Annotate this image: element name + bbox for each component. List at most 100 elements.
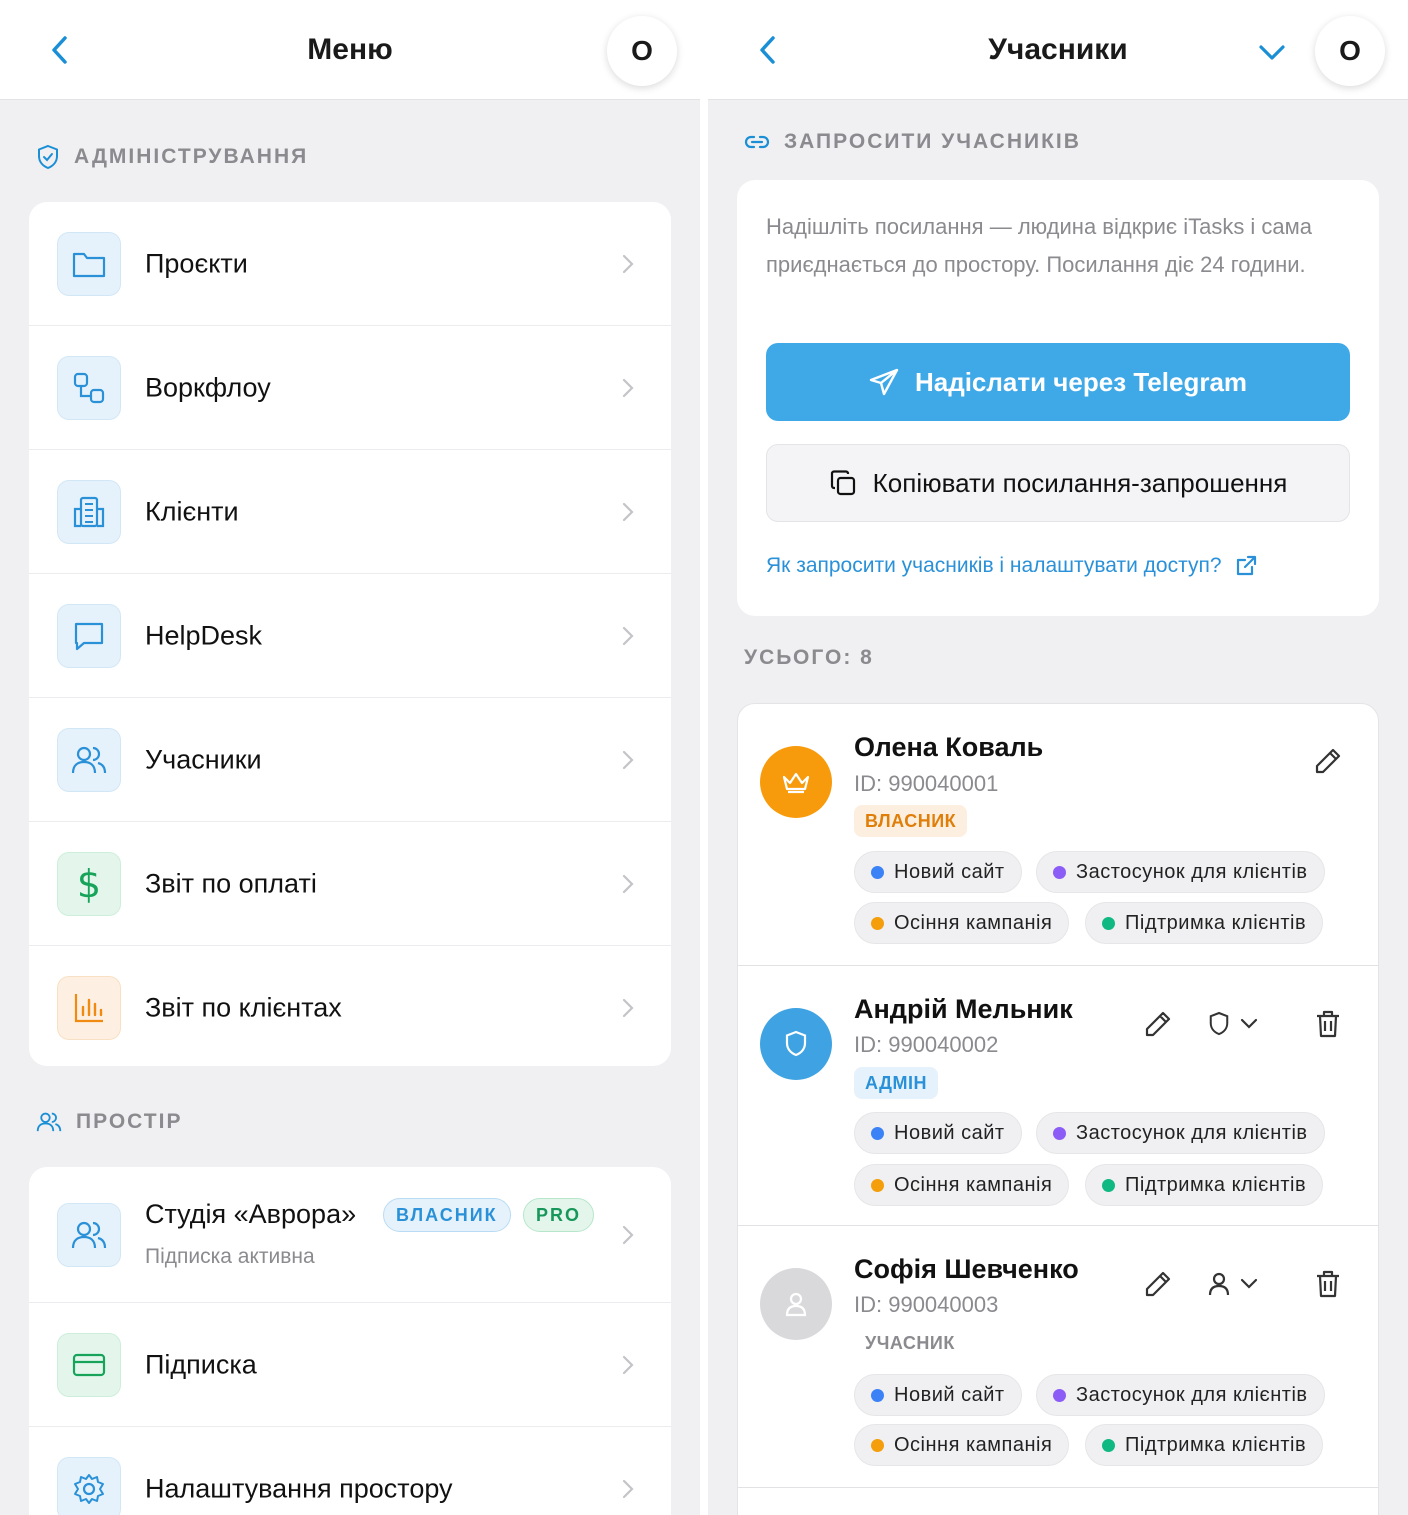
link-icon (744, 135, 770, 149)
member-row: Софія Шевченко ID: 990040003 УЧАСНИК Нов… (738, 1226, 1378, 1488)
project-chip: Осіння кампанія (854, 902, 1070, 944)
menu-item-label: Клієнти (145, 496, 239, 526)
workflow-icon (57, 355, 121, 420)
menu-item-helpdesk[interactable]: HelpDesk (29, 574, 671, 698)
invite-description: Надішліть посилання — людина відкриє iTa… (766, 214, 1313, 277)
crown-icon (760, 746, 832, 818)
project-chip: Новий сайт (854, 851, 1022, 893)
role-badge: УЧАСНИК (865, 1332, 955, 1353)
edit-button[interactable] (1308, 741, 1348, 781)
menu-item-label: Налаштування простору (145, 1473, 453, 1504)
collapse-button[interactable] (1254, 34, 1290, 70)
telegram-send-button[interactable]: Надіслати через Telegram (766, 343, 1350, 421)
menu-item-clients[interactable]: Клієнти (29, 450, 671, 574)
pencil-icon (1145, 1271, 1171, 1297)
pencil-icon (1315, 748, 1341, 774)
copy-icon (830, 470, 855, 496)
total-count-label: УСЬОГО: 8 (744, 646, 874, 669)
member-name: Софія Шевченко (854, 1254, 1079, 1284)
plan-badge: PRO (523, 1198, 595, 1232)
space-section-header: ПРОСТІР (36, 1110, 182, 1134)
trash-icon (1317, 1270, 1339, 1298)
send-icon (869, 368, 899, 396)
invite-section-label: ЗАПРОСИТИ УЧАСНИКІВ (784, 130, 1081, 153)
project-chip: Новий сайт (854, 1112, 1022, 1154)
shield-check-icon (38, 144, 58, 170)
project-chip: Новий сайт (854, 1374, 1022, 1416)
project-chip: Підтримка клієнтів (1085, 1164, 1324, 1206)
shield-icon (1209, 1011, 1229, 1036)
studio-name: Студія «Аврора» (145, 1199, 357, 1229)
menu-item-subscription[interactable]: Підписка (29, 1303, 671, 1427)
invite-card: Надішліть посилання — людина відкриє iTa… (737, 180, 1379, 616)
chevron-down-icon (1240, 1018, 1258, 1029)
users-icon (57, 727, 121, 792)
role-select-button[interactable] (1208, 1264, 1272, 1304)
pencil-icon (1145, 1011, 1171, 1037)
project-chip: Застосунок для клієнтів (1036, 851, 1325, 893)
profile-avatar-button[interactable]: O (1315, 16, 1385, 86)
menu-item-members[interactable]: Учасники (29, 698, 671, 822)
menu-item-space-settings[interactable]: Налаштування простору (29, 1427, 671, 1515)
project-chip: Підтримка клієнтів (1085, 1424, 1324, 1466)
page-title: Меню (307, 33, 393, 66)
menu-item-label: Учасники (145, 744, 262, 774)
dollar-icon: $ (57, 851, 121, 916)
member-id: ID: 990040002 (854, 1032, 999, 1057)
delete-button[interactable] (1308, 1264, 1348, 1304)
folder-icon (57, 231, 121, 296)
role-select-button[interactable] (1208, 1004, 1272, 1044)
menu-item-workflow[interactable]: Воркфлоу (29, 326, 671, 450)
member-id: ID: 990040003 (854, 1292, 999, 1317)
chevron-right-icon (622, 750, 634, 769)
project-chip: Застосунок для клієнтів (1036, 1374, 1325, 1416)
admin-section-header: АДМІНІСТРУВАННЯ (36, 144, 308, 170)
menu-item-label: Проєкти (145, 248, 248, 278)
total-count-header: УСЬОГО: 8 (744, 646, 874, 670)
project-chip: Підтримка клієнтів (1085, 902, 1324, 944)
project-chip: Застосунок для клієнтів (1036, 1112, 1325, 1154)
edit-button[interactable] (1138, 1264, 1178, 1304)
help-link-label: Як запросити учасників і налаштувати дос… (766, 554, 1222, 577)
user-icon (760, 1268, 832, 1340)
members-list-card: Олена Коваль ID: 990040001 ВЛАСНИК Новий… (737, 703, 1379, 1515)
chevron-down-icon (1240, 1278, 1258, 1289)
chat-icon (57, 603, 121, 668)
menu-header: Меню O (0, 0, 700, 100)
trash-icon (1317, 1010, 1339, 1038)
user-icon (1208, 1272, 1230, 1296)
profile-avatar-button[interactable]: O (607, 16, 677, 86)
shield-icon (760, 1008, 832, 1080)
copy-button-label: Копіювати посилання-запрошення (872, 467, 1288, 498)
chevron-right-icon (622, 502, 634, 521)
gear-icon (57, 1457, 121, 1515)
studio-item[interactable]: Студія «Аврора» ВЛАСНИК PRO Підписка акт… (29, 1167, 671, 1303)
users-icon (36, 1112, 62, 1132)
space-menu-card: Студія «Аврора» ВЛАСНИК PRO Підписка акт… (29, 1167, 671, 1515)
menu-item-label: Воркфлоу (145, 372, 271, 402)
admin-menu-card: Проєкти Воркфлоу Клієнти HelpDesk Учасни… (29, 202, 671, 1066)
member-name: Андрій Мельник (854, 994, 1073, 1024)
help-link[interactable]: Як запросити учасників і налаштувати дос… (766, 554, 1258, 578)
space-section-label: ПРОСТІР (76, 1110, 183, 1133)
role-badge: ВЛАСНИК (854, 805, 968, 837)
chevron-right-icon (622, 254, 634, 273)
menu-item-label: HelpDesk (145, 620, 263, 650)
project-chip: Осіння кампанія (854, 1424, 1070, 1466)
copy-invite-link-button[interactable]: Копіювати посилання-запрошення (766, 444, 1350, 522)
menu-item-payment-report[interactable]: $ Звіт по оплаті (29, 822, 671, 946)
edit-button[interactable] (1138, 1004, 1178, 1044)
member-name: Олена Коваль (854, 732, 1044, 762)
project-chip: Осіння кампанія (854, 1164, 1070, 1206)
menu-item-projects[interactable]: Проєкти (29, 202, 671, 326)
delete-button[interactable] (1308, 1004, 1348, 1044)
subscription-status: Підписка активна (145, 1245, 315, 1268)
menu-item-label: Звіт по клієнтах (145, 992, 342, 1023)
telegram-button-label: Надіслати через Telegram (914, 366, 1248, 397)
menu-item-clients-report[interactable]: Звіт по клієнтах (29, 946, 671, 1066)
chevron-right-icon (622, 1225, 634, 1244)
role-badge: АДМІН (854, 1067, 938, 1099)
member-row: Олена Коваль ID: 990040001 ВЛАСНИК Новий… (738, 704, 1378, 966)
chevron-down-icon (1259, 45, 1285, 60)
menu-item-label: Звіт по оплаті (145, 868, 317, 898)
